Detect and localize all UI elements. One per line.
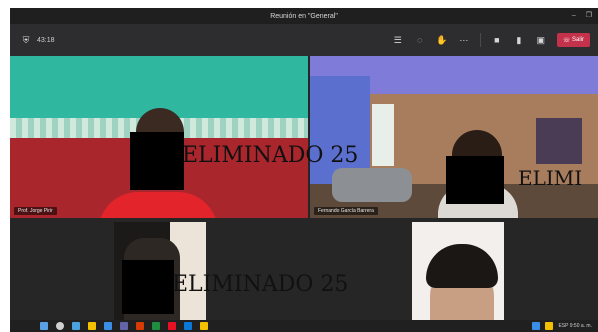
- minimize-icon[interactable]: –: [572, 8, 576, 24]
- os-taskbar: ESP 9:50 a. m.: [10, 320, 598, 332]
- taskbar-app-icon[interactable]: [120, 322, 128, 330]
- redaction-watermark: ELIMINADO 25: [172, 272, 349, 297]
- room-window: [372, 104, 394, 166]
- search-icon[interactable]: [56, 322, 64, 330]
- network-icon[interactable]: [532, 322, 541, 330]
- share-icon[interactable]: ▣: [535, 34, 547, 46]
- maximize-icon[interactable]: ❐: [586, 8, 592, 24]
- notification-icon[interactable]: [545, 322, 554, 330]
- chat-icon[interactable]: ◌: [414, 34, 426, 46]
- video-tile-3[interactable]: [114, 222, 206, 320]
- taskbar-app-icon[interactable]: [136, 322, 144, 330]
- microphone-icon[interactable]: ▮: [513, 34, 525, 46]
- taskbar-apps: [40, 320, 208, 332]
- title-bar: Reunión en "General" – ❐: [10, 8, 598, 24]
- taskbar-app-icon[interactable]: [72, 322, 80, 330]
- meeting-toolbar: ⛨ 43:18 ☰ ◌ ✋ ⋯ ■ ▮ ▣ ☏ Salir: [10, 24, 598, 56]
- taskbar-app-icon[interactable]: [104, 322, 112, 330]
- shield-icon: ⛨: [22, 35, 30, 45]
- teams-window: Reunión en "General" – ❐ ⛨ 43:18 ☰ ◌ ✋ ⋯…: [0, 0, 598, 332]
- camera-icon[interactable]: ■: [491, 34, 503, 46]
- timer-text: 43:18: [37, 36, 55, 44]
- room-tv: [536, 118, 582, 164]
- window-title: Reunión en "General": [270, 12, 338, 20]
- more-icon[interactable]: ⋯: [458, 34, 470, 46]
- participants-icon[interactable]: ☰: [392, 34, 404, 46]
- meeting-timer: ⛨ 43:18: [20, 24, 55, 56]
- toolbar-actions: ☰ ◌ ✋ ⋯ ■ ▮ ▣ ☏ Salir: [392, 24, 590, 56]
- toolbar-divider: [479, 33, 481, 47]
- participant-hair: [426, 244, 498, 288]
- censor-box: [446, 156, 504, 204]
- start-icon[interactable]: [40, 322, 48, 330]
- video-tile-1[interactable]: Prof. Jorge Pirir: [10, 56, 308, 218]
- taskbar-app-icon[interactable]: [168, 322, 176, 330]
- censor-box: [130, 132, 184, 190]
- system-tray: ESP 9:50 a. m.: [532, 320, 592, 332]
- censor-box: [122, 260, 174, 314]
- taskbar-app-icon[interactable]: [200, 322, 208, 330]
- taskbar-app-icon[interactable]: [184, 322, 192, 330]
- tray-clock[interactable]: ESP 9:50 a. m.: [558, 323, 592, 329]
- participant-name-tag: Prof. Jorge Pirir: [14, 207, 57, 215]
- reactions-icon[interactable]: ✋: [436, 34, 448, 46]
- leave-label: Salir: [571, 37, 584, 43]
- participant-name-tag: Fernando García Barrera: [314, 207, 378, 215]
- phone-icon: ☏: [562, 37, 572, 44]
- video-tile-4[interactable]: [412, 222, 504, 320]
- room-sofa: [332, 168, 412, 202]
- redaction-watermark: ELIMINADO 25: [182, 143, 359, 168]
- leave-button[interactable]: ☏ Salir: [556, 33, 590, 47]
- video-tile-2[interactable]: Fernando García Barrera: [310, 56, 598, 218]
- taskbar-app-icon[interactable]: [152, 322, 160, 330]
- redaction-watermark: ELIMI: [518, 166, 583, 190]
- taskbar-app-icon[interactable]: [88, 322, 96, 330]
- window-controls: – ❐: [572, 8, 592, 24]
